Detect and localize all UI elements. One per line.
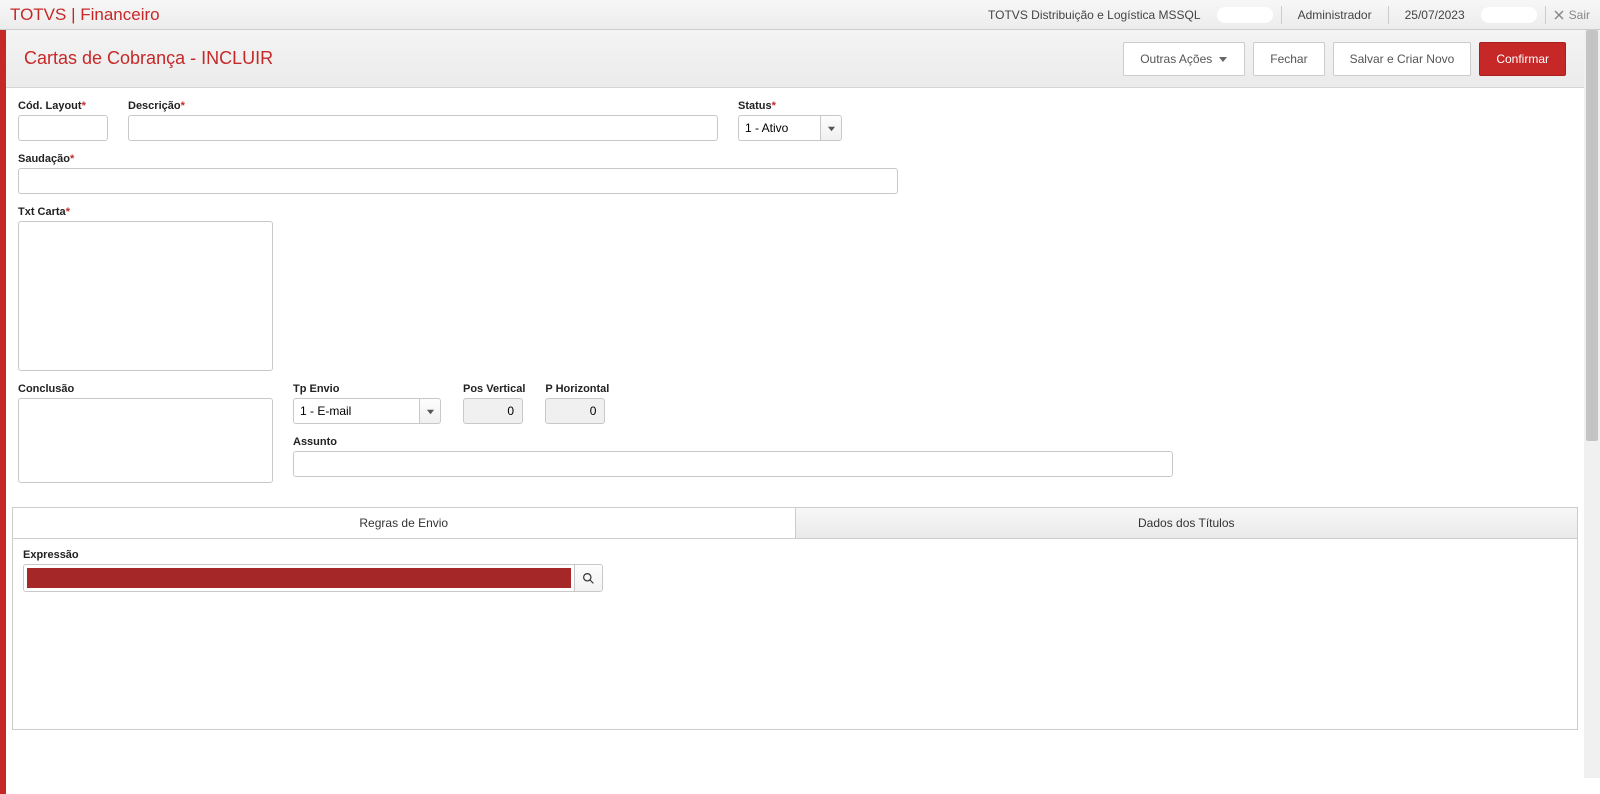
assunto-input[interactable] <box>293 451 1173 477</box>
descricao-label: Descrição <box>128 100 718 112</box>
page-title: Cartas de Cobrança - INCLUIR <box>24 48 273 69</box>
divider <box>1388 6 1389 24</box>
save-and-new-button[interactable]: Salvar e Criar Novo <box>1333 42 1472 76</box>
tab-dados-titulos-label: Dados dos Títulos <box>1138 516 1235 530</box>
expressao-search-button[interactable] <box>574 565 602 591</box>
env-extra-blank <box>1217 7 1273 23</box>
tab-regras-envio-label: Regras de Envio <box>359 516 448 530</box>
divider <box>1545 6 1546 24</box>
tab-regras-envio[interactable]: Regras de Envio <box>13 508 796 538</box>
top-header: TOTVS | Financeiro TOTVS Distribuição e … <box>0 0 1600 30</box>
assunto-label: Assunto <box>293 436 1173 448</box>
txt-carta-label: Txt Carta <box>18 206 273 218</box>
expressao-label: Expressão <box>23 549 1567 561</box>
search-icon <box>582 572 595 585</box>
close-label: Fechar <box>1270 52 1307 66</box>
action-bar: Cartas de Cobrança - INCLUIR Outras Açõe… <box>6 30 1584 88</box>
status-select[interactable] <box>738 115 820 141</box>
chevron-down-icon <box>1218 54 1228 64</box>
exit-button[interactable]: Sair <box>1554 8 1590 22</box>
other-actions-button[interactable]: Outras Ações <box>1123 42 1245 76</box>
saudacao-input[interactable] <box>18 168 898 194</box>
cod-layout-label: Cód. Layout <box>18 100 108 112</box>
scrollbar-thumb[interactable] <box>1586 30 1598 441</box>
descricao-input[interactable] <box>128 115 718 141</box>
header-meta: TOTVS Distribuição e Logística MSSQL Adm… <box>980 6 1590 24</box>
p-horizontal-input[interactable] <box>545 398 605 424</box>
tabs-container: Regras de Envio Dados dos Títulos Expres… <box>12 507 1578 730</box>
conclusao-textarea[interactable] <box>18 398 273 483</box>
saudacao-label: Saudação <box>18 153 898 165</box>
status-label: Status <box>738 100 848 112</box>
tab-content: Expressão <box>13 539 1577 729</box>
expressao-input[interactable] <box>27 568 571 588</box>
exit-label: Sair <box>1569 8 1590 22</box>
chevron-down-icon <box>426 407 435 416</box>
close-button[interactable]: Fechar <box>1253 42 1324 76</box>
divider <box>1281 6 1282 24</box>
p-horizontal-label: P Horizontal <box>545 383 609 395</box>
conclusao-label: Conclusão <box>18 383 273 395</box>
user-label: Administrador <box>1290 6 1380 24</box>
chevron-down-icon <box>827 124 836 133</box>
pos-vertical-input[interactable] <box>463 398 523 424</box>
tp-envio-select[interactable] <box>293 398 419 424</box>
confirm-label: Confirmar <box>1496 52 1549 66</box>
tp-envio-dropdown-button[interactable] <box>419 398 441 424</box>
pos-vertical-label: Pos Vertical <box>463 383 525 395</box>
expressao-field <box>23 564 603 592</box>
txt-carta-textarea[interactable] <box>18 221 273 371</box>
status-dropdown-button[interactable] <box>820 115 842 141</box>
cod-layout-input[interactable] <box>18 115 108 141</box>
close-icon <box>1554 10 1564 20</box>
tab-dados-titulos[interactable]: Dados dos Títulos <box>796 508 1578 538</box>
other-actions-label: Outras Ações <box>1140 52 1212 66</box>
tp-envio-label: Tp Envio <box>293 383 443 395</box>
vertical-scrollbar[interactable] <box>1584 30 1600 778</box>
date-label: 25/07/2023 <box>1397 6 1473 24</box>
app-title: TOTVS | Financeiro <box>10 5 160 25</box>
env-label: TOTVS Distribuição e Logística MSSQL <box>980 6 1209 24</box>
confirm-button[interactable]: Confirmar <box>1479 42 1566 76</box>
time-blank <box>1481 7 1537 23</box>
form-body: Cód. Layout Descrição Status Saudaçã <box>6 88 1584 507</box>
save-and-new-label: Salvar e Criar Novo <box>1350 52 1455 66</box>
